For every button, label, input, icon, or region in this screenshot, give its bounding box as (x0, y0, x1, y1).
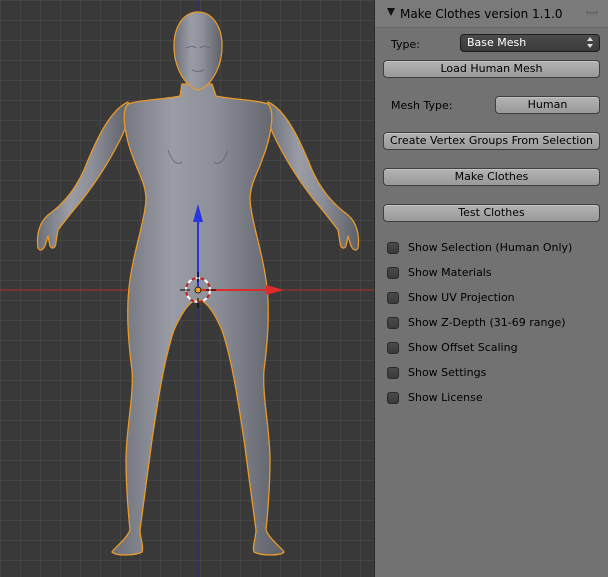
checkbox-box[interactable] (387, 392, 399, 404)
checkbox-box[interactable] (387, 342, 399, 354)
checkbox-label: Show Materials (408, 266, 492, 279)
drag-grip-icon[interactable] (586, 11, 598, 15)
checkbox-label: Show Settings (408, 366, 487, 379)
checkbox-box[interactable] (387, 317, 399, 329)
checkbox-box[interactable] (387, 267, 399, 279)
head (173, 11, 223, 91)
collapse-triangle-icon[interactable] (387, 8, 395, 16)
type-label: Type: (391, 38, 420, 51)
checkbox-label: Show UV Projection (408, 291, 515, 304)
checkbox-box[interactable] (387, 292, 399, 304)
3d-viewport[interactable] (0, 0, 374, 577)
x-axis-arrow-icon[interactable] (266, 285, 284, 295)
mesh-type-label: Mesh Type: (391, 99, 453, 112)
mesh-type-button[interactable]: Human (495, 96, 600, 114)
type-dropdown-value: Base Mesh (467, 36, 527, 49)
type-dropdown[interactable]: Base Mesh (460, 34, 600, 52)
viewport-scene[interactable] (0, 0, 374, 577)
create-vertex-groups-button[interactable]: Create Vertex Groups From Selection (383, 132, 600, 150)
checkbox-label: Show Z-Depth (31-69 range) (408, 316, 566, 329)
load-human-mesh-button[interactable]: Load Human Mesh (383, 60, 600, 78)
checkbox-label: Show Selection (Human Only) (408, 241, 573, 254)
make-clothes-button[interactable]: Make Clothes (383, 168, 600, 186)
left-arm (36, 101, 130, 251)
right-arm (266, 101, 360, 251)
checkbox-label: Show License (408, 391, 483, 404)
panel-title: Make Clothes version 1.1.0 (400, 7, 563, 21)
make-clothes-panel: Make Clothes version 1.1.0 Type: Base Me… (374, 0, 608, 577)
checkbox-box[interactable] (387, 367, 399, 379)
checkbox-label: Show Offset Scaling (408, 341, 518, 354)
test-clothes-button[interactable]: Test Clothes (383, 204, 600, 222)
dropdown-arrows-icon (587, 37, 594, 49)
checkbox-box[interactable] (387, 242, 399, 254)
panel-header[interactable]: Make Clothes version 1.1.0 (375, 0, 608, 28)
